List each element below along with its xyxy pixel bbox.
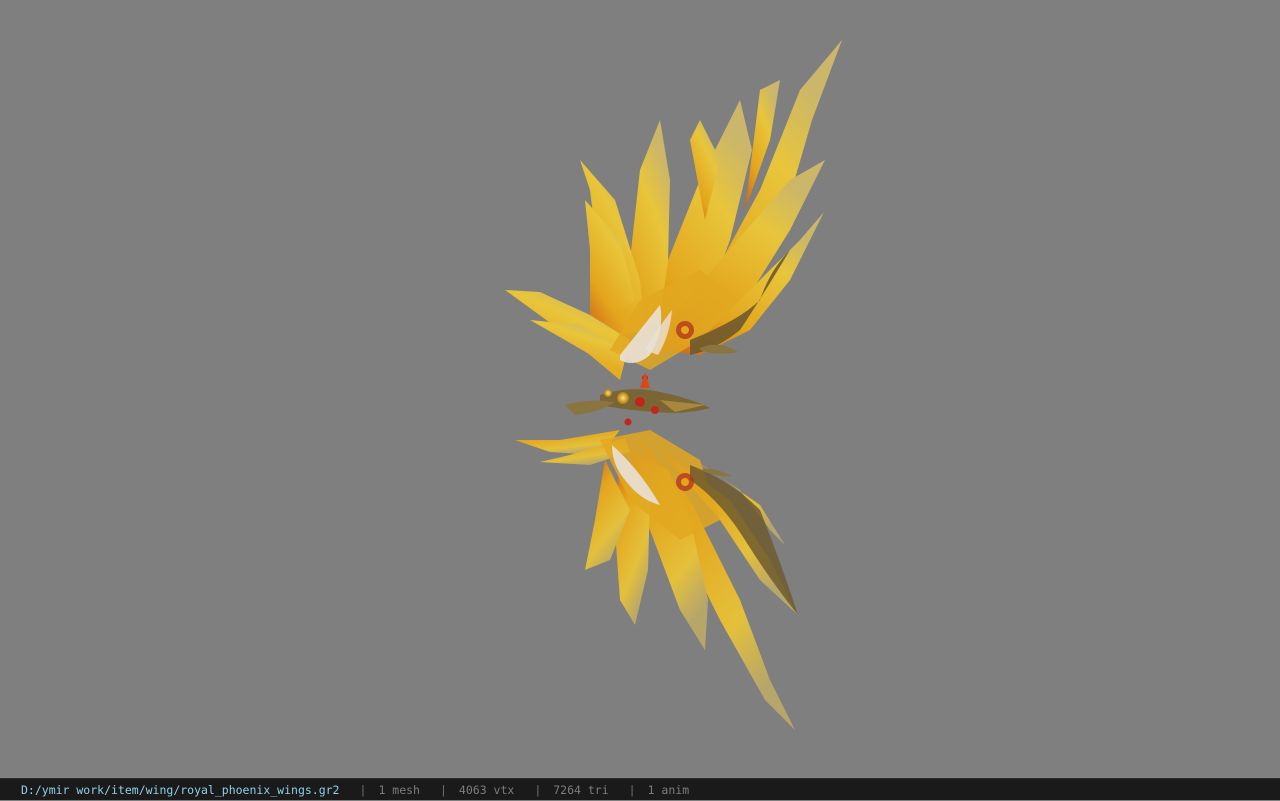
phoenix-wings-model[interactable] — [0, 0, 1280, 778]
status-bar: D:/ymir work/item/wing/royal_phoenix_win… — [0, 778, 1280, 800]
vertex-count: 4063 vtx — [458, 782, 515, 797]
lower-wing — [515, 430, 798, 730]
file-path: D:/ymir work/item/wing/royal_phoenix_win… — [21, 782, 340, 797]
anim-count: 1 anim — [647, 782, 690, 797]
status-separator: | — [628, 782, 636, 797]
upper-wing — [505, 40, 842, 380]
status-separator: | — [439, 782, 447, 797]
triangle-count: 7264 tri — [553, 782, 609, 797]
central-ornament — [565, 372, 710, 426]
mesh-count: 1 mesh — [378, 782, 420, 797]
3d-viewport[interactable] — [0, 0, 1280, 778]
status-separator: | — [534, 782, 542, 797]
status-separator: | — [359, 782, 367, 797]
